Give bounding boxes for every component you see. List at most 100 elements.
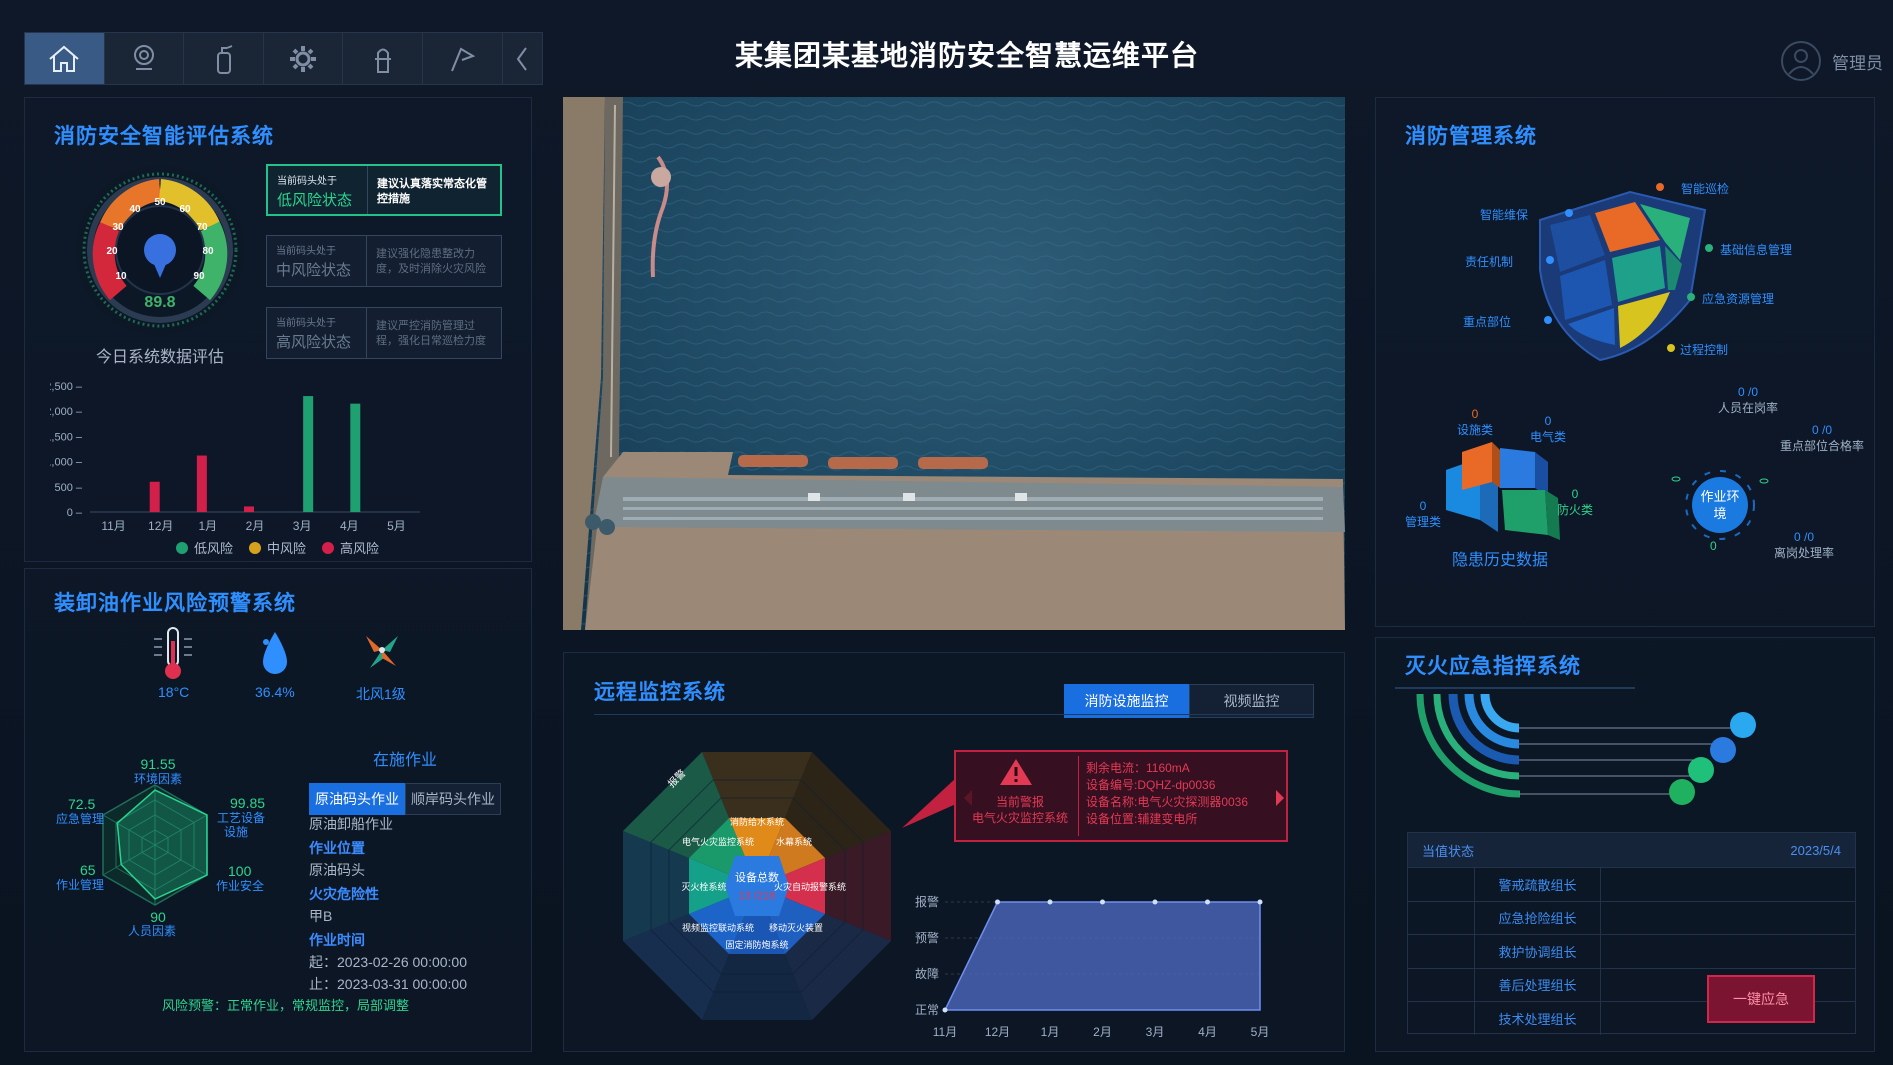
radar-label-equip: 工艺设备: [217, 811, 265, 825]
env-value: 0 /0: [1794, 530, 1815, 544]
risk-radar-chart: 91.55 环境因素 99.85 工艺设备 设施 100 作业安全 90 人员因…: [56, 756, 265, 938]
x-tick-label: 3月: [293, 519, 312, 533]
hazard-value: 0: [1471, 407, 1479, 421]
radar-value-people: 90: [150, 909, 166, 925]
user-menu[interactable]: 管理员: [1780, 40, 1883, 82]
tab-video[interactable]: 视频监控: [1189, 684, 1314, 718]
weather-humidity: 36.4%: [255, 684, 295, 700]
legend-label: 中风险: [267, 541, 307, 556]
hazard-3d-chart: [1446, 442, 1560, 540]
gauge-tick: 70: [196, 222, 208, 233]
env-staff-rate: 0 /0 人员在岗率: [1718, 385, 1778, 416]
data-point: [1205, 899, 1210, 905]
gauge-tick: 20: [106, 246, 118, 257]
flag-icon: [451, 47, 476, 71]
env-center: 作业环境: [1700, 489, 1740, 521]
tab-crude-dock[interactable]: 原油码头作业: [309, 783, 405, 815]
alarm-system: 电气火灾监控系统: [971, 811, 1068, 825]
work-details: 原油卸船作业 作业位置 原油码头 火灾危险性 甲B 作业时间 起：2023-02…: [309, 812, 467, 994]
shield-label-responsibility: 责任机制: [1465, 255, 1514, 269]
facility-octagon[interactable]: 设备总数 13 /218 报警 消防给水系统 水幕系统 火灾自动报警系统 移动灭…: [622, 736, 892, 1036]
data-point: [942, 1007, 948, 1013]
risk-card-low[interactable]: 当前码头处于 低风险状态 建议认真落实常态化管控措施: [266, 164, 502, 216]
risk-card-state: 低风险状态: [277, 192, 353, 209]
hazard-value: 0: [1571, 487, 1579, 501]
hazard-label: 设施类: [1457, 423, 1494, 437]
legend-label: 高风险: [340, 541, 380, 556]
role-cell: 应急抢险组长: [1475, 901, 1601, 934]
page-title: 某集团某基地消防安全智慧运维平台: [735, 40, 1200, 71]
radar-label-safety: 作业安全: [216, 878, 264, 893]
gauge-tick: 50: [154, 197, 166, 208]
gauge-value: 89.8: [144, 294, 175, 311]
segment-label: 火灾自动报警系统: [774, 881, 846, 892]
risk-card-advice: 建议强化隐患整改力度，及时消除火灾风险: [376, 248, 486, 275]
nav-collapse[interactable]: [503, 33, 542, 84]
hydrant-icon: [374, 48, 391, 73]
y-tick-label: 1,500 –: [50, 431, 83, 443]
remote-divider: [594, 714, 1314, 715]
nav-hydrant[interactable]: [343, 33, 424, 84]
segment-label: 灭火栓系统: [681, 881, 726, 892]
home-icon: [49, 45, 79, 72]
thermometer-icon: [154, 627, 192, 679]
risk-card-medium[interactable]: 当前码头处于 中风险状态 建议强化隐患整改力度，及时消除火灾风险: [266, 235, 502, 287]
remote-title: 远程监控系统: [594, 681, 726, 704]
status-area: [943, 901, 1261, 1011]
x-tick-label: 11月: [933, 1025, 957, 1039]
alarm-pointer: [902, 778, 956, 828]
safety-gauge: 10 20 30 40 50 60 70 80 90 89.8: [76, 166, 244, 334]
segment-label: 移动灭火装置: [769, 922, 823, 933]
octagon-center-count: 13 /218: [739, 890, 776, 902]
table-row[interactable]: 应急抢险组长: [1408, 900, 1855, 934]
tab-shore-dock[interactable]: 顺岸码头作业: [405, 783, 501, 815]
gauge-tick: 40: [129, 204, 141, 215]
x-tick-label: 12月: [985, 1025, 1010, 1039]
chart-legend: 低风险 中风险 高风险: [176, 538, 379, 557]
risk-card-state: 中风险状态: [276, 262, 352, 279]
data-point: [1152, 899, 1158, 905]
risk-bar-chart: 2,500 – 2,000 – 1,500 – 1,000 – 500 – 0 – 11月 1…: [50, 381, 420, 533]
nav-home[interactable]: [25, 33, 105, 84]
windmill-icon: [366, 636, 398, 668]
risk-card-advice: 建议严控消防管理过程，强化日常巡检力度: [376, 320, 486, 347]
x-tick-label: 5月: [387, 519, 406, 533]
aerial-port-view[interactable]: [563, 97, 1345, 630]
one-click-emergency-button[interactable]: 一键应急: [1707, 975, 1815, 1023]
work-time-key: 作业时间: [309, 932, 365, 948]
fire-mgmt-title: 消防管理系统: [1405, 125, 1537, 148]
bar: [303, 396, 314, 512]
alarm-line: 设备编号:DQHZ-dp0036: [1086, 778, 1216, 792]
table-row[interactable]: 警戒疏散组长: [1408, 867, 1855, 901]
shield-label-dots: [1544, 183, 1713, 352]
nav-flag[interactable]: [423, 33, 503, 84]
env-label: 重点部位合格率: [1780, 439, 1865, 453]
nav-settings[interactable]: [264, 33, 344, 84]
env-extra-value: 0: [1710, 539, 1717, 553]
alarm-line: 设备位置:辅建变电所: [1086, 812, 1198, 826]
warning-icon: [1000, 759, 1032, 785]
risk-card-high[interactable]: 当前码头处于 高风险状态 建议严控消防管理过程，强化日常巡检力度: [266, 307, 502, 359]
work-time-end: 止：2023-03-31 00:00:00: [309, 976, 467, 992]
legend-dot-low: [176, 541, 188, 554]
nav-extinguisher[interactable]: [184, 33, 264, 84]
radar-label-equip2: 设施: [224, 825, 248, 839]
status-area-chart: 报警预警故障正常 11月 12月 1月 2月 3月 4月 5月: [915, 894, 1269, 1039]
table-row[interactable]: 救护协调组长: [1408, 934, 1855, 968]
nav-location[interactable]: [105, 33, 185, 84]
alarm-next-icon[interactable]: [1274, 790, 1284, 806]
extinguisher-icon: [216, 44, 232, 74]
octagon-center-label: 设备总数: [735, 870, 779, 884]
current-alarm-card[interactable]: 当前警报 电气火灾监控系统 剩余电流：1160mA 设备编号:DQHZ-dp00…: [954, 750, 1288, 842]
role-cell: 善后处理组长: [1475, 968, 1601, 1001]
gauge-tick: 30: [112, 222, 124, 233]
tab-fire-facility[interactable]: 消防设施监控: [1064, 684, 1189, 718]
hazard-value: 0: [1419, 499, 1427, 513]
legend-dot-high: [322, 541, 335, 554]
y-tick-label: 报警: [915, 894, 939, 909]
segment-label: 视频监控联动系统: [682, 922, 754, 933]
x-tick-label: 2月: [246, 519, 265, 533]
segment-label: 水幕系统: [776, 836, 812, 847]
x-tick-label: 11月: [101, 519, 125, 533]
alarm-prev-icon[interactable]: [964, 790, 974, 806]
